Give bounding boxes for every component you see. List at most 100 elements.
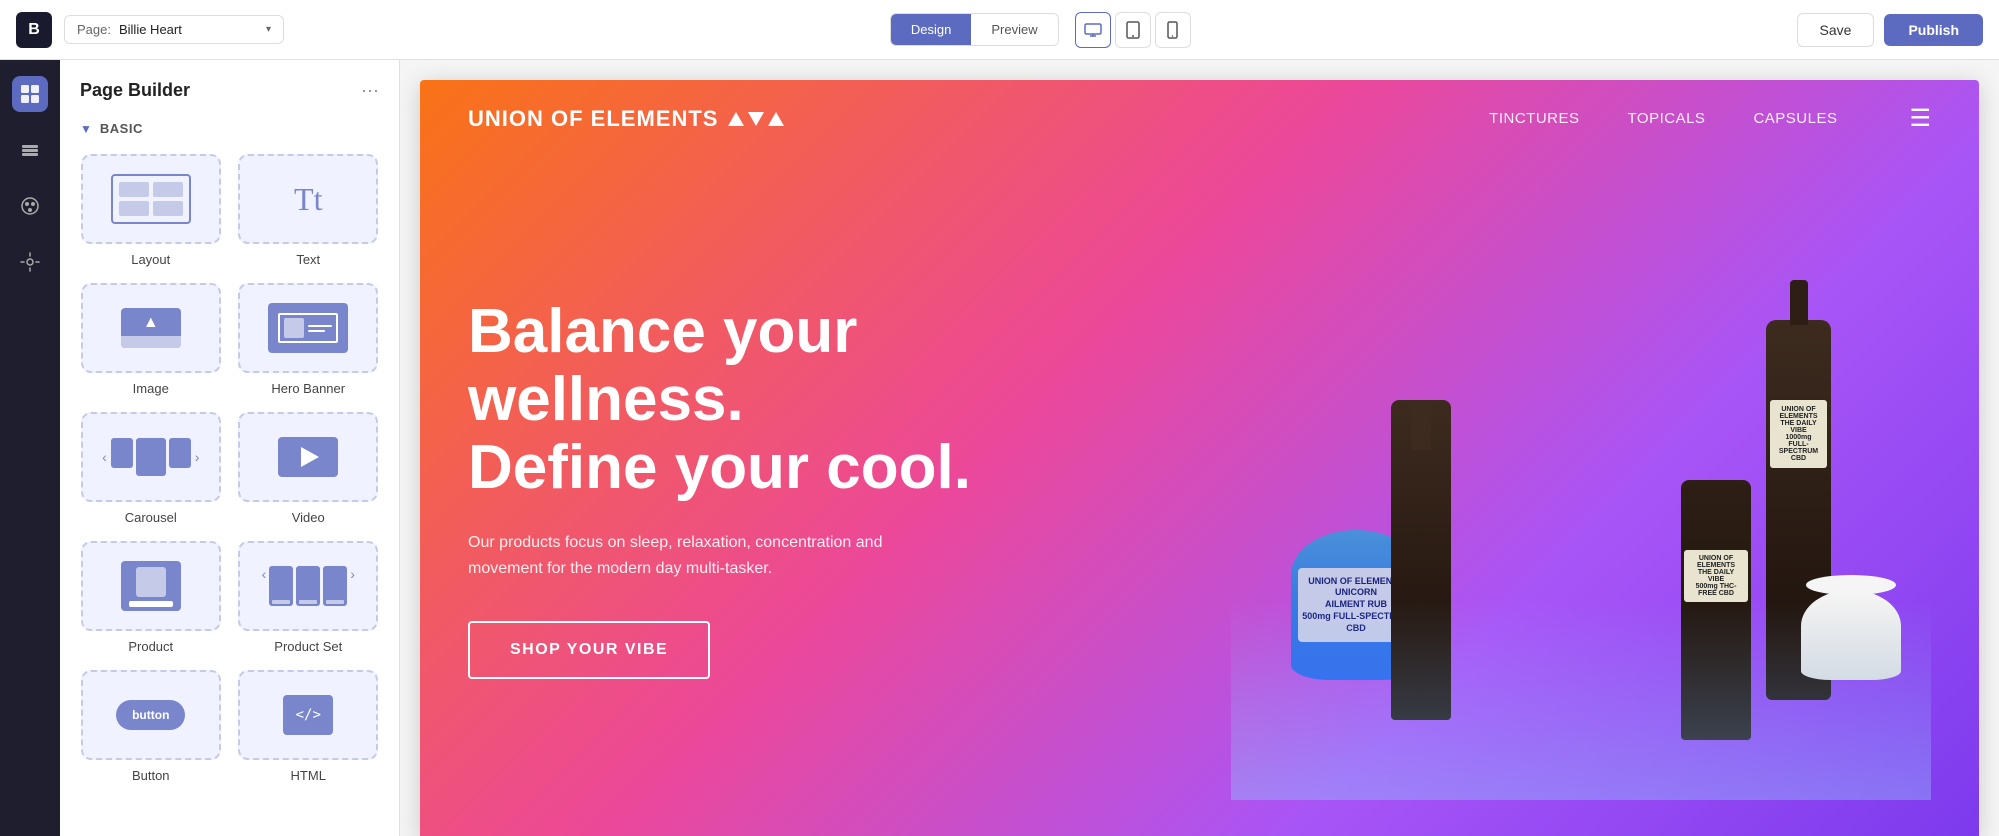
widget-button-label: Button — [132, 768, 170, 783]
nav-icon-palette[interactable] — [12, 188, 48, 224]
widget-layout[interactable]: Layout — [80, 154, 222, 267]
sidebar-title: Page Builder — [80, 80, 190, 101]
design-preview-toggle: Design Preview — [890, 13, 1059, 46]
hero-content: Balance your wellness. Define your cool.… — [420, 157, 1979, 836]
hero-nav: UNION OF ELEMENTS TINCTURES TOPICALS CAP… — [420, 80, 1979, 157]
widget-button[interactable]: button Button — [80, 670, 222, 783]
ice-overlay — [1231, 600, 1931, 800]
hero-heading-line2: Define your cool. — [468, 434, 988, 502]
triangle-up-icon — [728, 112, 744, 126]
widget-carousel-icon-box: ‹ › — [81, 412, 221, 502]
nav-icon-home[interactable] — [12, 76, 48, 112]
app-logo: B — [16, 12, 52, 48]
widget-video-label: Video — [292, 510, 325, 525]
left-nav — [0, 60, 60, 836]
hero-banner-icon — [268, 303, 348, 353]
hero-logo-text: UNION OF ELEMENTS — [468, 106, 718, 132]
text-icon: Tt — [294, 181, 322, 218]
widget-text-label: Text — [296, 252, 320, 267]
section-header: ▼ BASIC — [60, 111, 399, 146]
widget-image-label: Image — [133, 381, 169, 396]
widget-text-icon-box: Tt — [238, 154, 378, 244]
widget-product-icon-box — [81, 541, 221, 631]
top-center: Design Preview — [296, 12, 1785, 48]
hero-nav-links: TINCTURES TOPICALS CAPSULES ☰ — [1489, 104, 1931, 133]
widget-carousel-label: Carousel — [125, 510, 177, 525]
top-right: Save Publish — [1797, 13, 1983, 47]
page-value: Billie Heart — [119, 22, 182, 37]
layout-icon — [111, 174, 191, 224]
sidebar-more-icon[interactable]: ··· — [361, 80, 379, 101]
widget-button-icon-box: button — [81, 670, 221, 760]
widget-product-label: Product — [128, 639, 173, 654]
widget-carousel[interactable]: ‹ › Carousel — [80, 412, 222, 525]
sidebar: Page Builder ··· ▼ BASIC Layout — [60, 60, 400, 836]
hero-heading-line1: Balance your wellness. — [468, 298, 988, 434]
hamburger-icon[interactable]: ☰ — [1909, 104, 1931, 133]
nav-link-capsules[interactable]: CAPSULES — [1753, 110, 1837, 127]
page-selector[interactable]: Page: Billie Heart ▾ — [64, 15, 284, 44]
image-icon — [121, 308, 181, 348]
jar-white-lid — [1806, 575, 1896, 595]
view-mode-icons — [1075, 12, 1191, 48]
widget-product-set-icon-box: ‹ › — [238, 541, 378, 631]
widget-text[interactable]: Tt Text — [238, 154, 380, 267]
page-label: Page: — [77, 22, 111, 37]
chevron-down-icon: ▾ — [266, 24, 271, 35]
button-icon: button — [116, 700, 185, 730]
main-layout: Page Builder ··· ▼ BASIC Layout — [0, 60, 1999, 836]
widget-layout-label: Layout — [131, 252, 170, 267]
triangle-up-2-icon — [768, 112, 784, 126]
products-visual: UNION OF ELEMENTSUNICORNAILMENT RUB500mg… — [1231, 200, 1931, 800]
top-bar: B Page: Billie Heart ▾ Design Preview — [0, 0, 1999, 60]
hero-subtext: Our products focus on sleep, relaxation,… — [468, 530, 948, 581]
hero-text: Balance your wellness. Define your cool.… — [468, 197, 988, 780]
widget-hero-icon-box — [238, 283, 378, 373]
widget-layout-icon-box — [81, 154, 221, 244]
widget-product[interactable]: Product — [80, 541, 222, 654]
widget-hero-label: Hero Banner — [271, 381, 345, 396]
video-icon — [278, 437, 338, 477]
product-icon — [121, 561, 181, 611]
widget-html-icon-box: </> — [238, 670, 378, 760]
widget-product-set[interactable]: ‹ › Product Set — [238, 541, 380, 654]
widget-grid: Layout Tt Text Image — [60, 146, 399, 803]
nav-icon-settings[interactable] — [12, 244, 48, 280]
design-button[interactable]: Design — [891, 14, 971, 45]
hero-logo-icon — [728, 112, 784, 126]
widget-video-icon-box — [238, 412, 378, 502]
html-icon: </> — [283, 695, 333, 735]
triangle-down-icon — [748, 112, 764, 126]
section-collapse-icon[interactable]: ▼ — [80, 122, 92, 136]
sidebar-header: Page Builder ··· — [60, 60, 399, 111]
preview-button[interactable]: Preview — [971, 14, 1057, 45]
widget-product-set-label: Product Set — [274, 639, 342, 654]
carousel-icon: ‹ › — [102, 438, 199, 476]
widget-hero-banner[interactable]: Hero Banner — [238, 283, 380, 396]
hero-heading: Balance your wellness. Define your cool. — [468, 298, 988, 503]
widget-image[interactable]: Image — [80, 283, 222, 396]
canvas-inner: UNION OF ELEMENTS TINCTURES TOPICALS CAP… — [420, 80, 1979, 836]
mobile-view-button[interactable] — [1155, 12, 1191, 48]
hero-banner-preview: UNION OF ELEMENTS TINCTURES TOPICALS CAP… — [420, 80, 1979, 836]
product-set-icon: ‹ › — [262, 566, 355, 606]
bottle-medium-label: UNION OF ELEMENTSTHE DAILYVIBE500mg THC-… — [1684, 550, 1748, 602]
save-button[interactable]: Save — [1797, 13, 1875, 47]
bottle-group: UNION OF ELEMENTSUNICORNAILMENT RUB500mg… — [1231, 200, 1931, 800]
nav-link-tinctures[interactable]: TINCTURES — [1489, 110, 1579, 127]
widget-image-icon-box — [81, 283, 221, 373]
hero-products: UNION OF ELEMENTSUNICORNAILMENT RUB500mg… — [988, 197, 1931, 780]
tablet-view-button[interactable] — [1115, 12, 1151, 48]
publish-button[interactable]: Publish — [1884, 14, 1983, 46]
bottle-right-label: UNION OF ELEMENTSTHE DAILYVIBE1000mgFULL… — [1770, 400, 1827, 468]
hero-logo: UNION OF ELEMENTS — [468, 106, 784, 132]
widget-html[interactable]: </> HTML — [238, 670, 380, 783]
widget-video[interactable]: Video — [238, 412, 380, 525]
canvas-area[interactable]: UNION OF ELEMENTS TINCTURES TOPICALS CAP… — [400, 60, 1999, 836]
section-label: BASIC — [100, 121, 143, 136]
nav-icon-layers[interactable] — [12, 132, 48, 168]
widget-html-label: HTML — [291, 768, 326, 783]
hero-cta-button[interactable]: SHOP YOUR VIBE — [468, 621, 710, 679]
desktop-view-button[interactable] — [1075, 12, 1111, 48]
nav-link-topicals[interactable]: TOPICALS — [1628, 110, 1706, 127]
